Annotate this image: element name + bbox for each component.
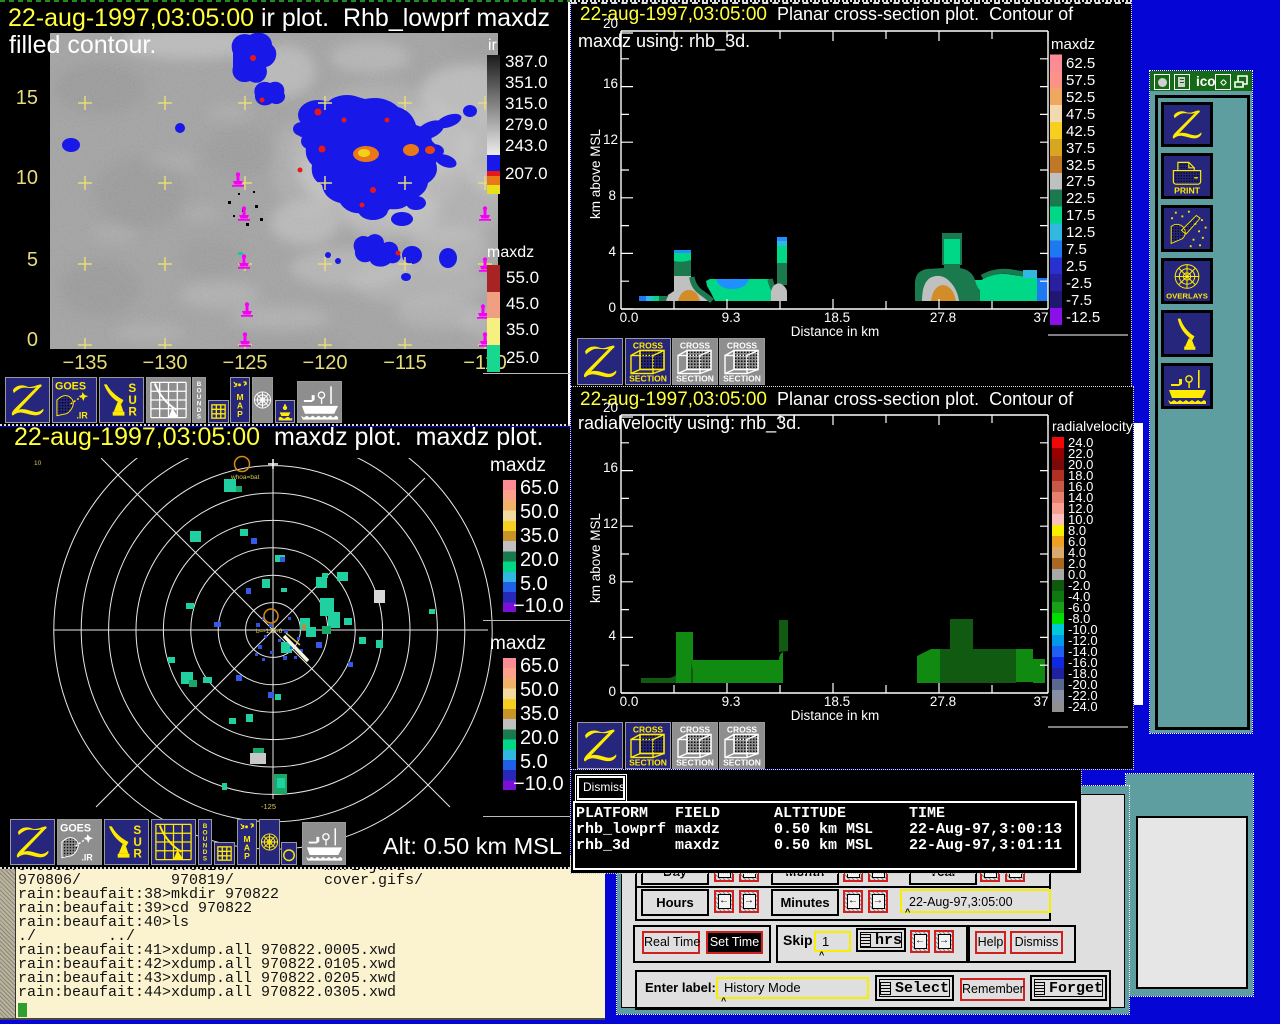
svg-text:4: 4 (608, 628, 616, 643)
svg-text:8: 8 (608, 572, 616, 587)
svg-text:Distance in km: Distance in km (791, 708, 880, 723)
svg-text:42.5: 42.5 (1066, 123, 1095, 140)
svg-text:18.5: 18.5 (824, 310, 850, 325)
svg-text:12: 12 (603, 516, 618, 531)
svg-text:37: 37 (1033, 310, 1048, 325)
svg-text:27.8: 27.8 (930, 694, 956, 709)
svg-text:km above MSL: km above MSL (588, 128, 603, 219)
svg-text:16: 16 (603, 460, 618, 475)
svg-text:52.5: 52.5 (1066, 89, 1095, 106)
svg-text:37.5: 37.5 (1066, 140, 1095, 157)
svg-text:12.5: 12.5 (1066, 224, 1095, 241)
svg-text:maxdz: maxdz (1051, 36, 1095, 53)
svg-text:27.8: 27.8 (930, 310, 956, 325)
svg-text:7.5: 7.5 (1066, 241, 1087, 258)
svg-text:-24.0: -24.0 (1068, 699, 1098, 714)
svg-text:9.3: 9.3 (722, 310, 741, 325)
svg-text:17.5: 17.5 (1066, 207, 1095, 224)
svg-text:20: 20 (603, 16, 618, 31)
svg-text:20: 20 (603, 400, 618, 415)
svg-text:62.5: 62.5 (1066, 55, 1095, 72)
svg-text:km above MSL: km above MSL (588, 512, 603, 603)
svg-text:18.5: 18.5 (824, 694, 850, 709)
svg-text:27.5: 27.5 (1066, 173, 1095, 190)
svg-text:57.5: 57.5 (1066, 72, 1095, 89)
svg-text:0: 0 (608, 684, 616, 699)
svg-text:47.5: 47.5 (1066, 106, 1095, 123)
svg-text:-125: -125 (261, 802, 276, 811)
svg-text:-12.5: -12.5 (1066, 309, 1100, 326)
svg-text:10: 10 (34, 460, 42, 467)
svg-text:whoa=bat: whoa=bat (230, 474, 260, 481)
svg-text:0.0: 0.0 (620, 310, 639, 325)
svg-text:-7.5: -7.5 (1066, 292, 1092, 309)
svg-text:37: 37 (1033, 694, 1048, 709)
svg-text:0.0: 0.0 (620, 694, 639, 709)
svg-text:32.5: 32.5 (1066, 157, 1095, 174)
svg-text:8: 8 (608, 188, 616, 203)
svg-text:Distance in km: Distance in km (791, 324, 880, 339)
svg-text:0: 0 (608, 300, 616, 315)
svg-text:22.5: 22.5 (1066, 190, 1095, 207)
svg-text:12: 12 (603, 132, 618, 147)
svg-text:16: 16 (603, 76, 618, 91)
svg-text:-2.5: -2.5 (1066, 275, 1092, 292)
svg-text:4: 4 (608, 244, 616, 259)
svg-text:radialvelocity: radialvelocity (1052, 418, 1133, 434)
svg-text:9.3: 9.3 (722, 694, 741, 709)
svg-text:b=-125-6: b=-125-6 (256, 628, 283, 635)
svg-text:2.5: 2.5 (1066, 258, 1087, 275)
